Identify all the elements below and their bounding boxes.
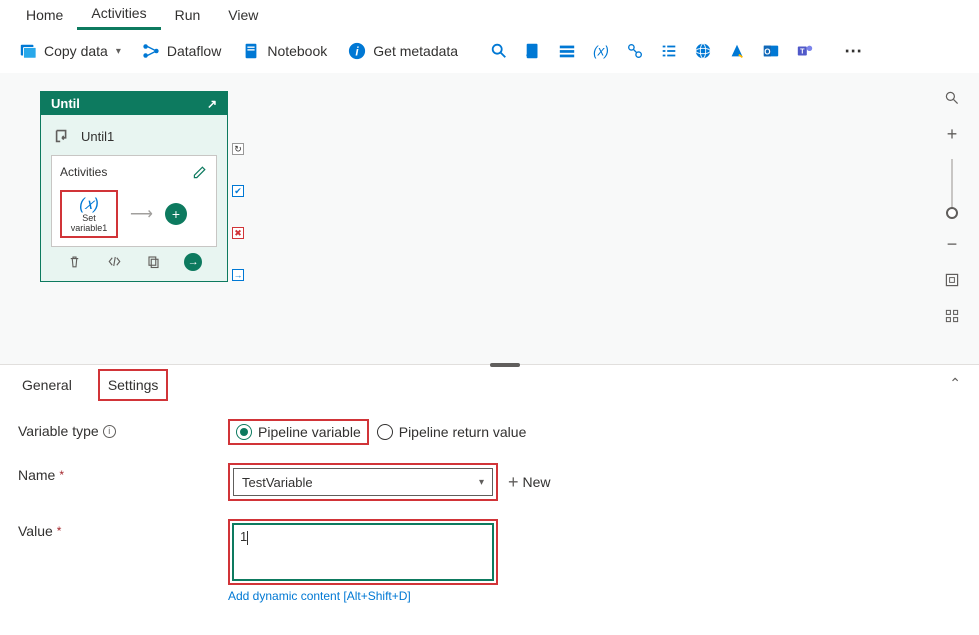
handle-retry[interactable]: ↻ bbox=[232, 143, 244, 155]
chevron-down-icon: ▾ bbox=[479, 477, 484, 488]
lookup-icon-button[interactable] bbox=[620, 38, 650, 64]
expand-icon[interactable]: ↗ bbox=[207, 97, 217, 111]
value-row: Value * 1 Add dynamic content [Alt+Shift… bbox=[18, 519, 961, 603]
variable-icon: (𝑥) bbox=[66, 196, 112, 214]
name-select-value: TestVariable bbox=[242, 475, 313, 490]
dataflow-label: Dataflow bbox=[167, 43, 221, 59]
zoom-slider[interactable] bbox=[951, 159, 953, 219]
zoom-in-button[interactable]: + bbox=[937, 119, 967, 149]
radio-pipeline-return[interactable]: Pipeline return value bbox=[377, 424, 527, 440]
menu-view[interactable]: View bbox=[214, 1, 272, 29]
more-button[interactable]: ⋯ bbox=[838, 37, 870, 66]
svg-text:(x): (x) bbox=[593, 44, 609, 59]
properties-panel: General Settings ⌃ Variable type i Pipel… bbox=[0, 364, 979, 635]
menu-home[interactable]: Home bbox=[12, 1, 77, 29]
go-icon[interactable]: → bbox=[184, 253, 202, 271]
chevron-down-icon: ▾ bbox=[116, 46, 121, 57]
notebook-button[interactable]: Notebook bbox=[233, 37, 335, 65]
panel-tabs: General Settings ⌃ bbox=[0, 365, 979, 405]
handle-skip[interactable]: → bbox=[232, 269, 244, 281]
web-icon-button[interactable] bbox=[688, 38, 718, 64]
notebook-label: Notebook bbox=[267, 43, 327, 59]
tab-settings[interactable]: Settings bbox=[98, 369, 169, 401]
plus-icon: + bbox=[508, 472, 519, 493]
variable-type-row: Variable type i Pipeline variable Pipeli… bbox=[18, 419, 961, 445]
connection-handles: ↻ ✔ ✖ → bbox=[232, 143, 244, 281]
radio-pipeline-return-label: Pipeline return value bbox=[399, 424, 527, 440]
add-activity-button[interactable]: + bbox=[165, 203, 187, 225]
radio-icon-selected bbox=[236, 424, 252, 440]
tab-general[interactable]: General bbox=[18, 369, 76, 401]
name-row: Name * TestVariable ▾ + New bbox=[18, 463, 961, 501]
copy-icon[interactable] bbox=[145, 253, 163, 271]
arrow-icon: ⟶ bbox=[130, 204, 153, 224]
layout-button[interactable] bbox=[937, 301, 967, 331]
handle-failure[interactable]: ✖ bbox=[232, 227, 244, 239]
radio-pipeline-variable[interactable]: Pipeline variable bbox=[228, 419, 369, 445]
variable-icon-button[interactable]: (x) bbox=[586, 38, 616, 64]
edit-icon[interactable] bbox=[192, 164, 208, 180]
value-textarea[interactable]: 1 bbox=[233, 524, 493, 580]
pipeline-canvas[interactable]: Until ↗ Until1 Activities (𝑥) bbox=[0, 72, 979, 364]
until-header-label: Until bbox=[51, 96, 80, 111]
copy-data-label: Copy data bbox=[44, 43, 108, 59]
menu-run[interactable]: Run bbox=[161, 1, 215, 29]
new-variable-button[interactable]: + New bbox=[508, 472, 551, 493]
outlook-icon-button[interactable]: O bbox=[756, 38, 786, 64]
until-title-row: Until1 bbox=[51, 121, 217, 155]
indent-icon-button[interactable] bbox=[654, 38, 684, 64]
notebook-icon bbox=[241, 41, 261, 61]
dataflow-icon bbox=[141, 41, 161, 61]
until-activity-name: Until1 bbox=[81, 129, 114, 144]
radio-pipeline-variable-label: Pipeline variable bbox=[258, 424, 361, 440]
activities-container: Activities (𝑥) Set variable1 ⟶ + bbox=[51, 155, 217, 247]
card-footer: → bbox=[51, 247, 217, 275]
list-icon-button[interactable] bbox=[552, 38, 582, 64]
zoom-slider-thumb[interactable] bbox=[946, 207, 958, 219]
add-dynamic-content-link[interactable]: Add dynamic content [Alt+Shift+D] bbox=[228, 589, 498, 603]
value-text: 1 bbox=[240, 529, 247, 544]
name-label: Name bbox=[18, 467, 55, 483]
info-icon[interactable]: i bbox=[103, 425, 116, 438]
menubar: Home Activities Run View bbox=[0, 0, 979, 30]
loop-icon bbox=[53, 127, 71, 145]
set-variable-activity[interactable]: (𝑥) Set variable1 bbox=[60, 190, 118, 238]
required-indicator: * bbox=[57, 524, 62, 538]
canvas-controls: + − bbox=[937, 83, 967, 331]
get-metadata-label: Get metadata bbox=[373, 43, 458, 59]
copy-data-button[interactable]: Copy data ▾ bbox=[10, 37, 129, 65]
collapse-panel-icon[interactable]: ⌃ bbox=[949, 375, 961, 392]
svg-text:O: O bbox=[764, 48, 770, 57]
until-card-header: Until ↗ bbox=[41, 92, 227, 115]
delete-icon[interactable] bbox=[66, 253, 84, 271]
fit-screen-button[interactable] bbox=[937, 265, 967, 295]
code-icon[interactable] bbox=[105, 253, 123, 271]
variable-type-label: Variable type bbox=[18, 423, 99, 439]
canvas-search-button[interactable] bbox=[937, 83, 967, 113]
search-icon-button[interactable] bbox=[484, 38, 514, 64]
azure-icon-button[interactable] bbox=[722, 38, 752, 64]
new-label: New bbox=[523, 474, 551, 490]
radio-icon bbox=[377, 424, 393, 440]
required-indicator: * bbox=[59, 468, 64, 482]
toolbar: Copy data ▾ Dataflow Notebook i Get meta… bbox=[0, 30, 979, 72]
menu-activities[interactable]: Activities bbox=[77, 0, 160, 30]
svg-text:T: T bbox=[800, 47, 805, 56]
value-label: Value bbox=[18, 523, 53, 539]
activities-label: Activities bbox=[60, 165, 107, 179]
info-icon: i bbox=[347, 41, 367, 61]
teams-icon-button[interactable]: T bbox=[790, 38, 820, 64]
until-activity-card[interactable]: Until ↗ Until1 Activities (𝑥) bbox=[40, 91, 228, 282]
activity-name-line2: variable1 bbox=[66, 224, 112, 234]
dataflow-button[interactable]: Dataflow bbox=[133, 37, 229, 65]
zoom-out-button[interactable]: − bbox=[937, 229, 967, 259]
get-metadata-button[interactable]: i Get metadata bbox=[339, 37, 466, 65]
handle-success[interactable]: ✔ bbox=[232, 185, 244, 197]
copy-data-icon bbox=[18, 41, 38, 61]
name-select[interactable]: TestVariable ▾ bbox=[233, 468, 493, 496]
script-icon-button[interactable] bbox=[518, 38, 548, 64]
